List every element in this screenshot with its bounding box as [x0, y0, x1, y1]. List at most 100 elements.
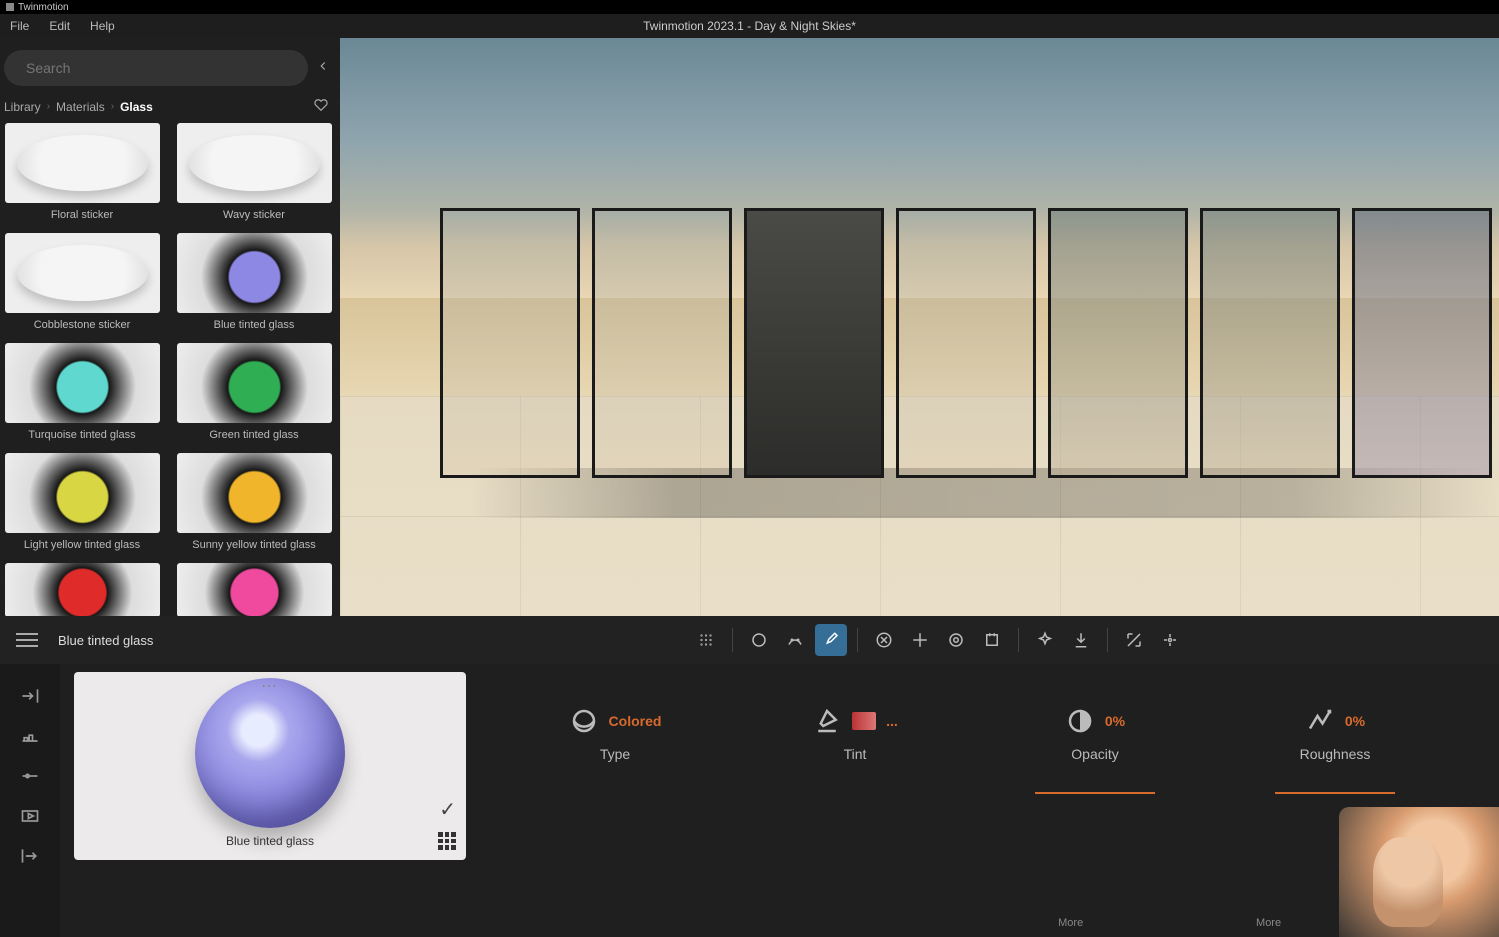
material-thumbnail[interactable]: [177, 123, 332, 203]
glass-panel[interactable]: [744, 208, 884, 478]
favorite-icon[interactable]: [314, 98, 328, 115]
prop-opacity-label: Opacity: [1071, 746, 1118, 762]
roughness-icon: [1305, 706, 1335, 736]
prop-opacity[interactable]: 0% Opacity: [1020, 704, 1170, 937]
material-thumbnail[interactable]: [177, 453, 332, 533]
check-icon[interactable]: ✓: [439, 797, 456, 822]
dock-left-rail: [0, 664, 60, 937]
download-button[interactable]: [1065, 624, 1097, 656]
material-label: Floral sticker: [51, 203, 113, 225]
material-label: Sunny yellow tinted glass: [192, 533, 316, 555]
material-thumbnail[interactable]: [177, 233, 332, 313]
effects-button[interactable]: [1029, 624, 1061, 656]
selection-bar: Blue tinted glass: [0, 616, 1499, 664]
material-card[interactable]: Floral sticker: [0, 123, 164, 225]
prop-type-label: Type: [600, 746, 630, 762]
move-tool-button[interactable]: [904, 624, 936, 656]
material-card[interactable]: Turquoise tinted glass: [0, 343, 164, 445]
terrain-icon[interactable]: [16, 726, 44, 746]
material-picker-button[interactable]: [815, 624, 847, 656]
viewport[interactable]: [340, 38, 1499, 616]
main-row: Library › Materials › Glass Floral stick…: [0, 38, 1499, 616]
paint-bucket-icon: [812, 706, 842, 736]
search-input[interactable]: [26, 60, 294, 76]
import-icon[interactable]: [16, 686, 44, 706]
roughness-slider[interactable]: [1275, 792, 1395, 794]
prop-type-value: Colored: [609, 713, 662, 729]
prop-tint-value: ...: [886, 713, 898, 729]
collapse-panel-icon[interactable]: [316, 59, 330, 78]
toolbar-separator: [857, 628, 858, 652]
snap-tool-button[interactable]: [1154, 624, 1186, 656]
grid-view-icon[interactable]: [438, 832, 456, 850]
document-title: Twinmotion 2023.1 - Day & Night Skies*: [0, 19, 1499, 33]
scatter-tool-button[interactable]: [779, 624, 811, 656]
menu-file[interactable]: File: [0, 19, 39, 33]
viewport-toolbar: [690, 624, 1186, 656]
prop-roughness-value: 0%: [1345, 713, 1365, 729]
opacity-icon: [1065, 706, 1095, 736]
glass-panel[interactable]: [1048, 208, 1188, 478]
opacity-slider[interactable]: [1035, 792, 1155, 794]
material-card[interactable]: [0, 563, 164, 616]
glass-panel[interactable]: [592, 208, 732, 478]
grid-snap-button[interactable]: [690, 624, 722, 656]
material-thumbnail[interactable]: [5, 453, 160, 533]
selection-name: Blue tinted glass: [58, 633, 153, 648]
chevron-right-icon: ›: [47, 101, 50, 112]
material-label: Light yellow tinted glass: [24, 533, 140, 555]
material-preview-sphere: [195, 678, 345, 828]
drag-handle-icon[interactable]: ⋯: [261, 676, 279, 696]
cancel-button[interactable]: [868, 624, 900, 656]
menu-edit[interactable]: Edit: [39, 19, 80, 33]
breadcrumb-library[interactable]: Library: [4, 100, 41, 114]
prop-tint[interactable]: ... Tint: [780, 704, 930, 937]
circle-tool-button[interactable]: [743, 624, 775, 656]
material-thumbnail[interactable]: [5, 343, 160, 423]
material-card[interactable]: [172, 563, 336, 616]
search-box[interactable]: [4, 50, 308, 86]
materials-grid[interactable]: Floral sticker Wavy sticker Cobblestone st…: [0, 123, 340, 616]
glass-panel[interactable]: [896, 208, 1036, 478]
glass-panel[interactable]: [1200, 208, 1340, 478]
prop-type[interactable]: Colored Type: [540, 704, 690, 937]
app-logo: [6, 3, 14, 11]
material-thumbnail[interactable]: [5, 563, 160, 616]
more-link-opacity[interactable]: More: [905, 917, 1103, 929]
glass-panels: [440, 208, 1499, 478]
expand-tool-button[interactable]: [1118, 624, 1150, 656]
export-icon[interactable]: [16, 846, 44, 866]
material-thumbnail[interactable]: [177, 563, 332, 616]
material-thumbnail[interactable]: [177, 343, 332, 423]
library-panel: Library › Materials › Glass Floral stick…: [0, 38, 340, 616]
search-row: [0, 38, 340, 94]
media-icon[interactable]: [16, 806, 44, 826]
hamburger-icon[interactable]: [16, 633, 38, 647]
more-link-roughness[interactable]: More: [1103, 917, 1301, 929]
material-card[interactable]: Sunny yellow tinted glass: [172, 453, 336, 555]
material-card[interactable]: Light yellow tinted glass: [0, 453, 164, 555]
breadcrumb: Library › Materials › Glass: [0, 94, 340, 123]
prop-tint-label: Tint: [844, 746, 867, 762]
menu-help[interactable]: Help: [80, 19, 125, 33]
toolbar-separator: [1018, 628, 1019, 652]
material-card[interactable]: Blue tinted glass: [172, 233, 336, 335]
material-thumbnail[interactable]: [5, 233, 160, 313]
material-card[interactable]: Cobblestone sticker: [0, 233, 164, 335]
glass-panel[interactable]: [440, 208, 580, 478]
material-label: Wavy sticker: [223, 203, 285, 225]
type-icon: [569, 706, 599, 736]
settings-slider-icon[interactable]: [16, 766, 44, 786]
material-preview-area: ⋯ Blue tinted glass ✓: [60, 664, 480, 937]
prop-roughness-label: Roughness: [1300, 746, 1371, 762]
material-preview-card[interactable]: ⋯ Blue tinted glass ✓: [74, 672, 466, 860]
material-thumbnail[interactable]: [5, 123, 160, 203]
tint-color-swatch[interactable]: [852, 712, 876, 730]
material-label: Cobblestone sticker: [34, 313, 131, 335]
material-card[interactable]: Wavy sticker: [172, 123, 336, 225]
breadcrumb-materials[interactable]: Materials: [56, 100, 105, 114]
material-card[interactable]: Green tinted glass: [172, 343, 336, 445]
frame-tool-button[interactable]: [976, 624, 1008, 656]
glass-panel[interactable]: [1352, 208, 1492, 478]
target-tool-button[interactable]: [940, 624, 972, 656]
